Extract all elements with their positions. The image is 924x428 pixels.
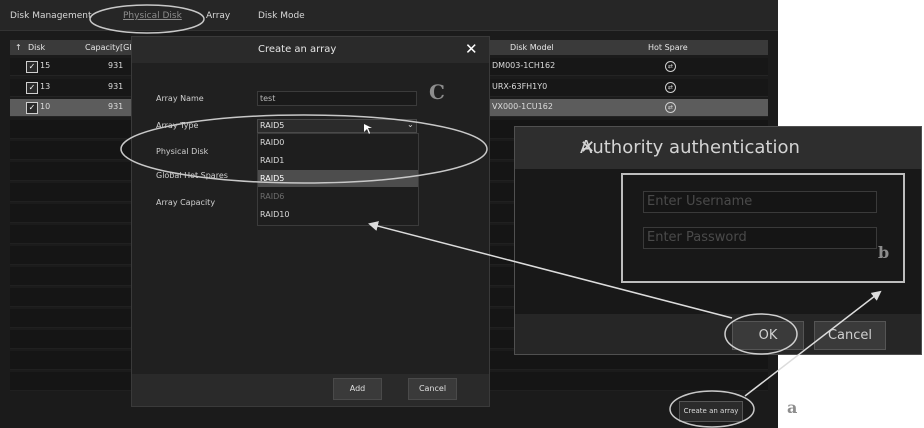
tab-physical-disk[interactable]: Physical Disk: [123, 11, 182, 21]
global-hot-spares-label: Global Hot Spares: [156, 171, 228, 180]
password-placeholder: Enter Password: [647, 230, 747, 245]
model-cell: URX-63FH1Y0: [492, 82, 548, 91]
annotation-a: a: [787, 398, 798, 417]
option-raid0[interactable]: RAID0: [258, 134, 418, 151]
cancel-button[interactable]: Cancel: [408, 378, 457, 400]
tab-array[interactable]: Array: [206, 11, 230, 21]
close-icon[interactable]: ✕: [465, 40, 478, 58]
option-label: RAID5: [260, 174, 285, 183]
hot-spare-icon[interactable]: ⇄: [665, 82, 676, 93]
model-cell: VX000-1CU162: [492, 102, 553, 111]
ok-button[interactable]: OK: [732, 321, 804, 350]
tab-disk-mode[interactable]: Disk Mode: [258, 11, 305, 21]
close-icon[interactable]: ✕: [580, 137, 595, 158]
model-cell: DM003-1CH162: [492, 61, 556, 70]
option-label: RAID1: [260, 156, 285, 165]
array-type-label: Array Type: [156, 121, 199, 130]
array-name-label: Array Name: [156, 94, 204, 103]
array-capacity-label: Array Capacity: [156, 198, 216, 207]
array-type-select[interactable]: RAID5 ⌄: [257, 119, 417, 133]
checkbox[interactable]: ✓: [26, 82, 38, 94]
capacity-cell: 931: [108, 82, 124, 91]
tab-disk-management[interactable]: Disk Management: [10, 11, 91, 21]
capacity-cell: 931: [108, 61, 124, 70]
auth-title-bar: Authority authentication ✕: [515, 127, 921, 169]
sort-arrow-icon[interactable]: ↑: [15, 43, 22, 52]
disk-cell: 10: [40, 102, 51, 111]
cancel-button[interactable]: Cancel: [814, 321, 886, 350]
top-tab-bar: Disk Management Physical Disk Array Disk…: [0, 0, 778, 31]
array-name-value: test: [260, 94, 276, 103]
column-disk[interactable]: Disk: [28, 43, 45, 52]
create-array-button[interactable]: Create an array: [679, 401, 743, 422]
checkbox[interactable]: ✓: [26, 102, 38, 114]
username-placeholder: Enter Username: [647, 194, 753, 209]
column-hot-spare[interactable]: Hot Spare: [648, 43, 688, 52]
option-raid5[interactable]: RAID5: [258, 170, 418, 187]
option-raid6[interactable]: RAID6: [258, 188, 418, 205]
array-name-input[interactable]: test: [257, 91, 417, 106]
authority-authentication-dialog: Authority authentication ✕ Enter Usernam…: [514, 126, 922, 355]
disk-cell: 13: [40, 82, 51, 91]
dialog-title: Create an array: [258, 44, 337, 55]
column-capacity[interactable]: Capacity[GI: [85, 43, 132, 52]
username-input[interactable]: Enter Username: [643, 191, 877, 213]
option-raid1[interactable]: RAID1: [258, 152, 418, 169]
chevron-down-icon[interactable]: ⌄: [407, 120, 414, 129]
annotation-c: C: [429, 80, 445, 104]
dialog-title-bar: Create an array ✕: [132, 37, 489, 63]
column-disk-model[interactable]: Disk Model: [510, 43, 554, 52]
option-label: RAID6: [260, 192, 285, 201]
capacity-cell: 931: [108, 102, 124, 111]
annotation-b: b: [878, 243, 890, 262]
option-label: RAID10: [260, 210, 290, 219]
array-type-value: RAID5: [260, 121, 285, 130]
add-button[interactable]: Add: [333, 378, 382, 400]
checkbox[interactable]: ✓: [26, 61, 38, 73]
physical-disk-label: Physical Disk: [156, 147, 209, 156]
auth-title: Authority authentication: [580, 137, 800, 158]
option-label: RAID0: [260, 138, 285, 147]
array-type-options: RAID0 RAID1 RAID5 RAID6 RAID10: [257, 133, 419, 226]
disk-cell: 15: [40, 61, 51, 70]
option-raid10[interactable]: RAID10: [258, 206, 418, 223]
hot-spare-icon[interactable]: ⇄: [665, 61, 676, 72]
hot-spare-icon[interactable]: ⇄: [665, 102, 676, 113]
password-input[interactable]: Enter Password: [643, 227, 877, 249]
